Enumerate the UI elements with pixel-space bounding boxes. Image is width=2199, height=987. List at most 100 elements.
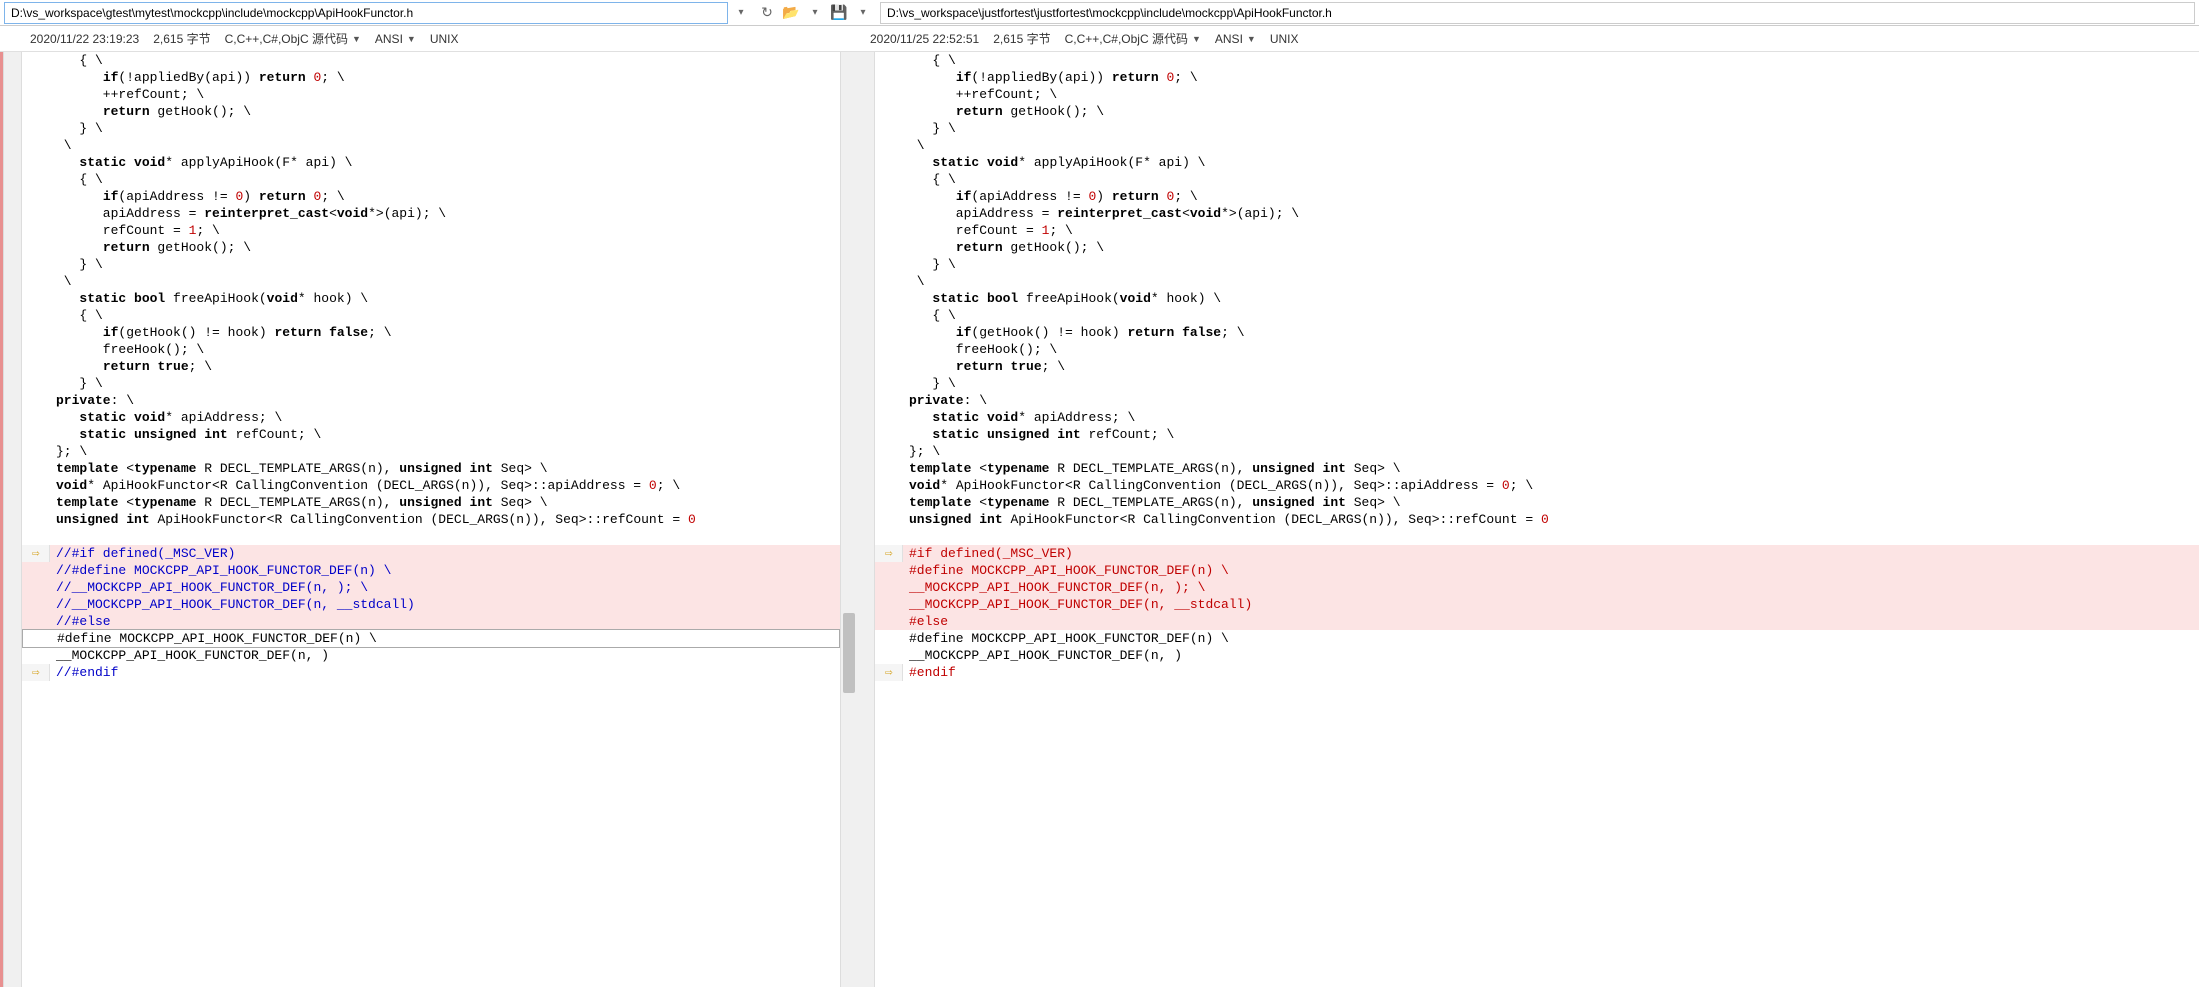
code-line[interactable]: ⇨#endif [875, 664, 2199, 681]
code-line[interactable]: if(apiAddress != 0) return 0; \ [22, 188, 840, 205]
code-line[interactable]: return getHook(); \ [875, 239, 2199, 256]
code-line[interactable]: }; \ [22, 443, 840, 460]
chevron-down-icon[interactable]: ▾ [854, 7, 872, 18]
code-line[interactable]: \ [22, 137, 840, 154]
code-line[interactable]: #define MOCKCPP_API_HOOK_FUNCTOR_DEF(n) … [875, 630, 2199, 647]
code-line[interactable]: static bool freeApiHook(void* hook) \ [22, 290, 840, 307]
code-line[interactable]: freeHook(); \ [875, 341, 2199, 358]
encoding-dropdown-right[interactable]: ANSI▼ [1215, 32, 1256, 46]
code-line[interactable]: if(getHook() != hook) return false; \ [22, 324, 840, 341]
code-line[interactable]: #else [875, 613, 2199, 630]
code-line[interactable]: private: \ [875, 392, 2199, 409]
filetype-dropdown-left[interactable]: C,C++,C#,ObjC 源代码▼ [225, 30, 361, 47]
code-line[interactable]: static void* applyApiHook(F* api) \ [875, 154, 2199, 171]
line-content: if(!appliedBy(api)) return 0; \ [903, 69, 2199, 86]
chevron-down-icon[interactable]: ▾ [806, 7, 824, 18]
code-line[interactable]: private: \ [22, 392, 840, 409]
code-line[interactable]: if(!appliedBy(api)) return 0; \ [875, 69, 2199, 86]
code-line[interactable]: template <typename R DECL_TEMPLATE_ARGS(… [875, 460, 2199, 477]
code-line[interactable]: return getHook(); \ [22, 103, 840, 120]
line-content: #endif [903, 664, 2199, 681]
refresh-icon[interactable]: ↻ [758, 4, 776, 22]
save-icon[interactable]: 💾 [830, 4, 848, 22]
code-line[interactable]: //#define MOCKCPP_API_HOOK_FUNCTOR_DEF(n… [22, 562, 840, 579]
code-line[interactable]: refCount = 1; \ [875, 222, 2199, 239]
code-line[interactable]: return getHook(); \ [22, 239, 840, 256]
lineending-dropdown-left[interactable]: UNIX [430, 32, 459, 46]
code-line[interactable]: return true; \ [875, 358, 2199, 375]
code-line[interactable]: } \ [22, 375, 840, 392]
code-line[interactable]: return true; \ [22, 358, 840, 375]
code-line[interactable]: #define MOCKCPP_API_HOOK_FUNCTOR_DEF(n) … [875, 562, 2199, 579]
code-line[interactable]: void* ApiHookFunctor<R CallingConvention… [22, 477, 840, 494]
scrollbar-thumb[interactable] [843, 613, 855, 693]
code-line[interactable]: ++refCount; \ [22, 86, 840, 103]
code-line[interactable]: \ [875, 137, 2199, 154]
vertical-scrollbar[interactable] [840, 52, 857, 987]
code-line[interactable]: { \ [22, 307, 840, 324]
code-line[interactable]: }; \ [875, 443, 2199, 460]
code-line[interactable]: //__MOCKCPP_API_HOOK_FUNCTOR_DEF(n, __st… [22, 596, 840, 613]
right-path-input[interactable] [880, 2, 2195, 24]
code-line[interactable]: unsigned int ApiHookFunctor<R CallingCon… [875, 511, 2199, 528]
code-line[interactable]: } \ [875, 375, 2199, 392]
right-code-pane: { \ if(!appliedBy(api)) return 0; \ ++re… [875, 52, 2199, 987]
code-line[interactable]: { \ [875, 307, 2199, 324]
line-content: return getHook(); \ [903, 239, 2199, 256]
code-line[interactable]: static void* apiAddress; \ [875, 409, 2199, 426]
code-line[interactable]: if(!appliedBy(api)) return 0; \ [22, 69, 840, 86]
code-line[interactable]: template <typename R DECL_TEMPLATE_ARGS(… [22, 494, 840, 511]
line-content: return true; \ [903, 358, 2199, 375]
code-line[interactable]: \ [875, 273, 2199, 290]
code-line[interactable]: __MOCKCPP_API_HOOK_FUNCTOR_DEF(n, ) [875, 647, 2199, 664]
left-path-input[interactable] [4, 2, 728, 24]
code-line[interactable]: static void* apiAddress; \ [22, 409, 840, 426]
code-line[interactable]: refCount = 1; \ [22, 222, 840, 239]
code-line[interactable]: } \ [875, 120, 2199, 137]
code-line[interactable]: __MOCKCPP_API_HOOK_FUNCTOR_DEF(n, __stdc… [875, 596, 2199, 613]
chevron-down-icon[interactable]: ▾ [732, 7, 750, 18]
code-line[interactable]: } \ [22, 256, 840, 273]
code-line[interactable]: static unsigned int refCount; \ [875, 426, 2199, 443]
code-line[interactable]: //#else [22, 613, 840, 630]
code-line[interactable]: \ [22, 273, 840, 290]
code-line[interactable]: if(getHook() != hook) return false; \ [875, 324, 2199, 341]
line-content: refCount = 1; \ [903, 222, 2199, 239]
code-line[interactable]: unsigned int ApiHookFunctor<R CallingCon… [22, 511, 840, 528]
code-line[interactable]: { \ [875, 171, 2199, 188]
code-line[interactable]: static unsigned int refCount; \ [22, 426, 840, 443]
diff-marker-icon: ⇨ [32, 545, 40, 562]
code-line[interactable]: void* ApiHookFunctor<R CallingConvention… [875, 477, 2199, 494]
code-line[interactable]: ⇨//#if defined(_MSC_VER) [22, 545, 840, 562]
code-line[interactable]: ⇨//#endif [22, 664, 840, 681]
code-line[interactable]: return getHook(); \ [875, 103, 2199, 120]
code-line[interactable]: freeHook(); \ [22, 341, 840, 358]
folder-open-icon[interactable]: 📂 [782, 4, 800, 22]
code-line[interactable]: template <typename R DECL_TEMPLATE_ARGS(… [22, 460, 840, 477]
compare-area: { \ if(!appliedBy(api)) return 0; \ ++re… [0, 52, 2199, 987]
line-content: __MOCKCPP_API_HOOK_FUNCTOR_DEF(n, __stdc… [903, 596, 2199, 613]
code-line[interactable]: { \ [875, 52, 2199, 69]
code-line[interactable]: { \ [22, 171, 840, 188]
code-line[interactable]: template <typename R DECL_TEMPLATE_ARGS(… [875, 494, 2199, 511]
code-line[interactable]: } \ [22, 120, 840, 137]
code-line[interactable]: ⇨#if defined(_MSC_VER) [875, 545, 2199, 562]
code-line[interactable]: static void* applyApiHook(F* api) \ [22, 154, 840, 171]
code-line[interactable]: static bool freeApiHook(void* hook) \ [875, 290, 2199, 307]
line-content: static unsigned int refCount; \ [50, 426, 840, 443]
code-line[interactable]: //__MOCKCPP_API_HOOK_FUNCTOR_DEF(n, ); \ [22, 579, 840, 596]
code-line[interactable]: #define MOCKCPP_API_HOOK_FUNCTOR_DEF(n) … [22, 629, 840, 648]
code-line[interactable]: apiAddress = reinterpret_cast<void*>(api… [22, 205, 840, 222]
filetype-dropdown-right[interactable]: C,C++,C#,ObjC 源代码▼ [1065, 30, 1201, 47]
code-line[interactable]: if(apiAddress != 0) return 0; \ [875, 188, 2199, 205]
encoding-dropdown-left[interactable]: ANSI▼ [375, 32, 416, 46]
lineending-dropdown-right[interactable]: UNIX [1270, 32, 1299, 46]
code-line[interactable]: } \ [875, 256, 2199, 273]
code-line[interactable]: __MOCKCPP_API_HOOK_FUNCTOR_DEF(n, ) [22, 647, 840, 664]
line-content: refCount = 1; \ [50, 222, 840, 239]
line-content: __MOCKCPP_API_HOOK_FUNCTOR_DEF(n, ) [903, 647, 2199, 664]
code-line[interactable]: { \ [22, 52, 840, 69]
code-line[interactable]: ++refCount; \ [875, 86, 2199, 103]
code-line[interactable]: apiAddress = reinterpret_cast<void*>(api… [875, 205, 2199, 222]
code-line[interactable]: __MOCKCPP_API_HOOK_FUNCTOR_DEF(n, ); \ [875, 579, 2199, 596]
